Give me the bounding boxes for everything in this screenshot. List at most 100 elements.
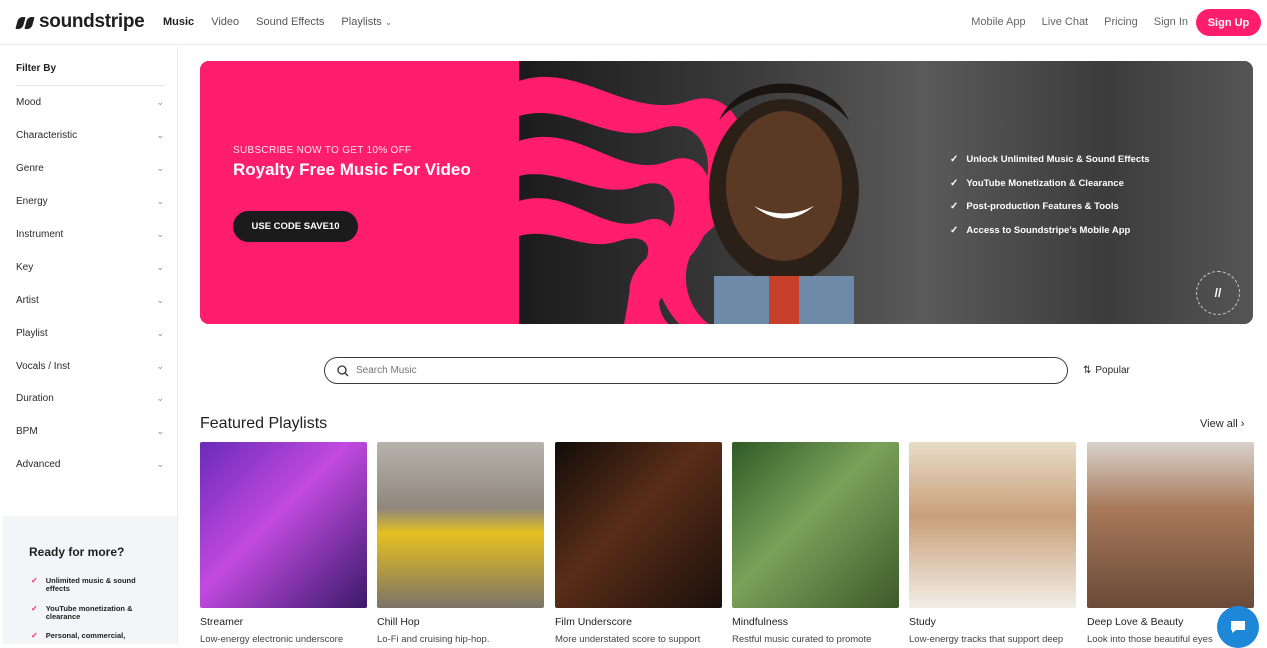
filter-playlist[interactable]: Playlist ⌄	[16, 323, 164, 343]
filter-label: Vocals / Inst	[16, 360, 70, 372]
playlist-card[interactable]: Mindfulness Restful music curated to pro…	[732, 442, 899, 645]
nav-sign-in[interactable]: Sign In	[1154, 16, 1188, 28]
filter-key[interactable]: Key ⌄	[16, 257, 164, 277]
filter-label: Energy	[16, 195, 48, 207]
brand-name: soundstripe	[39, 11, 145, 32]
sign-up-button[interactable]: Sign Up	[1196, 9, 1261, 36]
nav-mobile-app[interactable]: Mobile App	[971, 16, 1025, 28]
ready-benefit-label: YouTube monetization & clearance	[45, 604, 133, 621]
playlist-name: Mindfulness	[732, 616, 789, 628]
view-all-label: View all	[1200, 418, 1238, 430]
chevron-down-icon: ⌄	[156, 360, 164, 371]
filter-label: Instrument	[16, 228, 64, 240]
filter-label: Mood	[16, 96, 42, 108]
hero-benefit: ✓ YouTube Monetization & Clearance	[950, 172, 1150, 196]
playlist-card[interactable]: Film Underscore More understated score t…	[555, 442, 722, 645]
sort-icon: ⇅	[1083, 365, 1092, 376]
hero-benefits-list: ✓ Unlock Unlimited Music & Sound Effects …	[950, 148, 1150, 242]
live-chat-button[interactable]	[1217, 606, 1259, 648]
ready-for-more-panel: Ready for more? ✓ Unlimited music & sound…	[3, 516, 177, 644]
nav-playlists[interactable]: Playlists ⌄	[341, 16, 392, 28]
nav-playlists-label: Playlists	[341, 16, 382, 28]
secondary-nav: Mobile App Live Chat Pricing Sign In	[971, 16, 1188, 28]
playlist-description: Low-energy electronic underscore	[200, 634, 344, 645]
hero-kicker: SUBSCRIBE NOW TO GET 10% OFF	[233, 145, 412, 156]
playlist-card[interactable]: Study Low-energy tracks that support dee…	[909, 442, 1076, 645]
hero-benefit-label: YouTube Monetization & Clearance	[966, 177, 1124, 189]
filter-label: Artist	[16, 294, 39, 306]
playlist-name: Streamer	[200, 616, 244, 628]
nav-video[interactable]: Video	[211, 16, 239, 28]
filter-characteristic[interactable]: Characteristic ⌄	[16, 125, 164, 145]
view-all-link[interactable]: View all ›	[1200, 418, 1244, 430]
search-icon	[337, 364, 349, 376]
nav-music[interactable]: Music	[163, 16, 194, 28]
chevron-down-icon: ⌄	[156, 96, 164, 107]
promo-hero-banner[interactable]: SUBSCRIBE NOW TO GET 10% OFF Royalty Fre…	[200, 61, 1253, 324]
brand-logo[interactable]: soundstripe	[15, 11, 145, 33]
sort-dropdown[interactable]: ⇅ Popular	[1083, 365, 1130, 376]
filter-energy[interactable]: Energy ⌄	[16, 191, 164, 211]
hero-benefit: ✓ Unlock Unlimited Music & Sound Effects	[950, 148, 1150, 172]
chat-bubble-icon	[1231, 621, 1245, 633]
search-input[interactable]	[356, 365, 1006, 376]
chevron-down-icon: ⌄	[156, 228, 164, 239]
chevron-down-icon: ⌄	[156, 458, 164, 469]
filter-sidebar: Filter By Mood ⌄ Characteristic ⌄ Genre ⌄ E…	[3, 46, 178, 644]
filter-genre[interactable]: Genre ⌄	[16, 158, 164, 178]
check-icon: ✓	[31, 631, 38, 640]
ready-benefit-label: Unlimited music & sound effects	[45, 576, 136, 593]
filter-artist[interactable]: Artist ⌄	[16, 290, 164, 310]
filter-duration[interactable]: Duration ⌄	[16, 388, 164, 408]
chevron-down-icon: ⌄	[156, 327, 164, 338]
chevron-down-icon: ⌄	[156, 162, 164, 173]
check-icon: ✓	[950, 154, 959, 166]
playlist-card[interactable]: Chill Hop Lo-Fi and cruising hip-hop.	[377, 442, 544, 645]
hero-benefit-label: Access to Soundstripe's Mobile App	[966, 224, 1131, 236]
playlist-description: Low-energy tracks that support deep	[909, 634, 1064, 645]
chevron-down-icon: ⌄	[384, 17, 393, 27]
check-icon: ✓	[950, 201, 959, 213]
top-navigation: soundstripe Music Video Sound Effects Pl…	[0, 0, 1267, 45]
filter-vocals-inst[interactable]: Vocals / Inst ⌄	[16, 356, 164, 376]
primary-nav: Music Video Sound Effects Playlists ⌄	[163, 16, 392, 28]
ready-title: Ready for more?	[29, 545, 125, 559]
ready-benefit: ✓ Unlimited music & sound effects	[31, 577, 156, 593]
hero-benefit: ✓ Post-production Features & Tools	[950, 195, 1150, 219]
filter-title: Filter By	[16, 63, 57, 74]
playlist-description: More understated score to support	[555, 634, 701, 645]
ready-benefit-label: Personal, commercial,	[45, 631, 126, 640]
check-icon: ✓	[31, 604, 38, 613]
filter-label: Duration	[16, 392, 54, 404]
ready-benefit: ✓ Personal, commercial,	[31, 632, 156, 640]
filter-bpm[interactable]: BPM ⌄	[16, 421, 164, 441]
playlist-thumbnail	[200, 442, 367, 608]
music-sfx-video-badge-icon: //	[1196, 271, 1240, 315]
check-icon: ✓	[950, 177, 959, 189]
playlist-thumbnail	[555, 442, 722, 608]
chevron-down-icon: ⌄	[156, 261, 164, 272]
featured-playlists-title: Featured Playlists	[200, 415, 328, 432]
playlist-description: Lo-Fi and cruising hip-hop.	[377, 634, 490, 645]
ready-benefit: ✓ YouTube monetization & clearance	[31, 605, 156, 621]
chevron-down-icon: ⌄	[156, 392, 164, 403]
hero-benefit: ✓ Access to Soundstripe's Mobile App	[950, 219, 1150, 243]
divider	[16, 85, 164, 86]
filter-advanced[interactable]: Advanced ⌄	[16, 454, 164, 474]
filter-mood[interactable]: Mood ⌄	[16, 92, 164, 112]
check-icon: ✓	[31, 576, 38, 585]
chevron-right-icon: ›	[1240, 418, 1245, 430]
search-bar[interactable]	[324, 357, 1068, 384]
chevron-down-icon: ⌄	[156, 425, 164, 436]
playlist-description: Restful music curated to promote	[732, 634, 872, 645]
nav-pricing[interactable]: Pricing	[1104, 16, 1138, 28]
playlist-name: Chill Hop	[377, 616, 420, 628]
filter-instrument[interactable]: Instrument ⌄	[16, 224, 164, 244]
use-code-button[interactable]: USE CODE SAVE10	[233, 211, 358, 242]
nav-sound-effects[interactable]: Sound Effects	[256, 16, 324, 28]
playlist-card[interactable]: Streamer Low-energy electronic underscor…	[200, 442, 367, 645]
logo-mark-icon	[15, 15, 35, 30]
check-icon: ✓	[950, 224, 959, 236]
nav-live-chat[interactable]: Live Chat	[1042, 16, 1088, 28]
hero-benefit-label: Unlock Unlimited Music & Sound Effects	[966, 154, 1150, 166]
